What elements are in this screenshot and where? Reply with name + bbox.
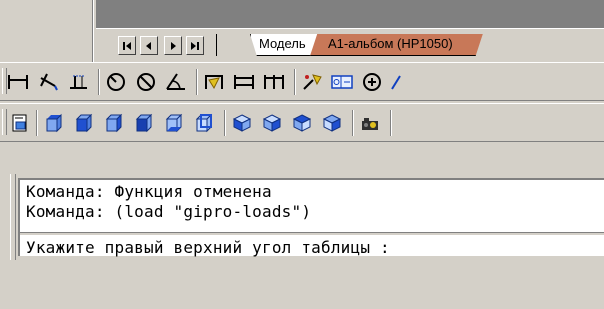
nw-isometric-icon — [322, 114, 342, 132]
continue-dimension-icon — [264, 75, 284, 89]
top-view-button[interactable] — [40, 110, 68, 136]
tab-model[interactable]: Модель — [250, 34, 318, 56]
first-tab-button[interactable] — [118, 36, 136, 55]
ordinate-dimension-icon — [70, 75, 87, 89]
continue-dimension-button[interactable] — [260, 69, 288, 95]
nw-isometric-button[interactable] — [318, 110, 346, 136]
left-view-icon — [105, 113, 123, 133]
diameter-dimension-icon — [137, 73, 155, 91]
angular-dimension-icon — [166, 73, 185, 90]
top-view-icon — [46, 113, 62, 133]
center-mark-button[interactable] — [358, 69, 386, 95]
camera-button[interactable] — [356, 110, 384, 136]
camera-icon — [362, 118, 378, 130]
bottom-view-button[interactable] — [70, 110, 98, 136]
linear-dimension-icon — [8, 75, 28, 89]
center-mark-icon — [363, 73, 381, 91]
aligned-dimension-button[interactable] — [34, 69, 62, 95]
prev-arrow-icon — [146, 41, 151, 50]
view-toolbar — [0, 103, 604, 142]
command-history[interactable]: Команда: Функция отменена Команда: (load… — [18, 178, 604, 257]
linear-dimension-button[interactable] — [4, 69, 32, 95]
command-history-line: Команда: (load "gipro-loads") — [26, 202, 312, 221]
angular-dimension-button[interactable] — [162, 69, 190, 95]
command-window-grip[interactable] — [10, 174, 16, 260]
leader-icon — [303, 74, 322, 90]
named-views-icon — [12, 114, 27, 132]
last-arrow-icon — [191, 41, 199, 50]
quick-dimension-icon — [205, 75, 223, 90]
partial-tool-icon — [391, 75, 401, 90]
named-views-button[interactable] — [6, 110, 34, 136]
command-prompt[interactable]: Укажите правый верхний угол таблицы : — [26, 238, 390, 257]
leader-button[interactable] — [298, 69, 326, 95]
front-view-icon — [165, 113, 183, 133]
se-isometric-button[interactable] — [258, 110, 286, 136]
command-splitter[interactable] — [20, 232, 604, 236]
layout-tab-bar: Модель А1-альбом (HP1050) — [96, 28, 604, 63]
command-history-line: Команда: Функция отменена — [26, 182, 272, 201]
tolerance-icon — [331, 75, 353, 89]
sw-isometric-button[interactable] — [228, 110, 256, 136]
drawing-canvas[interactable] — [96, 0, 604, 28]
last-tab-button[interactable] — [186, 36, 204, 55]
overflow-button[interactable] — [386, 69, 402, 95]
tab-layout-a1[interactable]: А1-альбом (HP1050) — [310, 34, 483, 56]
se-isometric-icon — [262, 114, 282, 132]
right-view-icon — [135, 113, 153, 133]
ne-isometric-icon — [292, 114, 312, 132]
next-tab-button[interactable] — [164, 36, 182, 55]
diameter-dimension-button[interactable] — [132, 69, 160, 95]
radius-dimension-icon — [107, 73, 125, 91]
aligned-dimension-icon — [40, 73, 58, 91]
sw-isometric-icon — [232, 114, 252, 132]
baseline-dimension-button[interactable] — [230, 69, 258, 95]
radius-dimension-button[interactable] — [102, 69, 130, 95]
baseline-dimension-icon — [234, 75, 254, 89]
ne-isometric-button[interactable] — [288, 110, 316, 136]
first-arrow-icon — [123, 41, 131, 50]
command-line-window: Команда: Функция отменена Команда: (load… — [0, 148, 604, 309]
dimension-toolbar — [0, 62, 604, 101]
back-view-icon — [195, 113, 213, 133]
front-view-button[interactable] — [160, 110, 188, 136]
left-view-button[interactable] — [100, 110, 128, 136]
prev-tab-button[interactable] — [140, 36, 158, 55]
ordinate-dimension-button[interactable] — [64, 69, 92, 95]
back-view-button[interactable] — [190, 110, 218, 136]
tolerance-button[interactable] — [328, 69, 356, 95]
next-arrow-icon — [171, 41, 176, 50]
left-frame — [0, 0, 96, 62]
quick-dimension-button[interactable] — [200, 69, 228, 95]
right-view-button[interactable] — [130, 110, 158, 136]
bottom-view-icon — [75, 113, 93, 133]
